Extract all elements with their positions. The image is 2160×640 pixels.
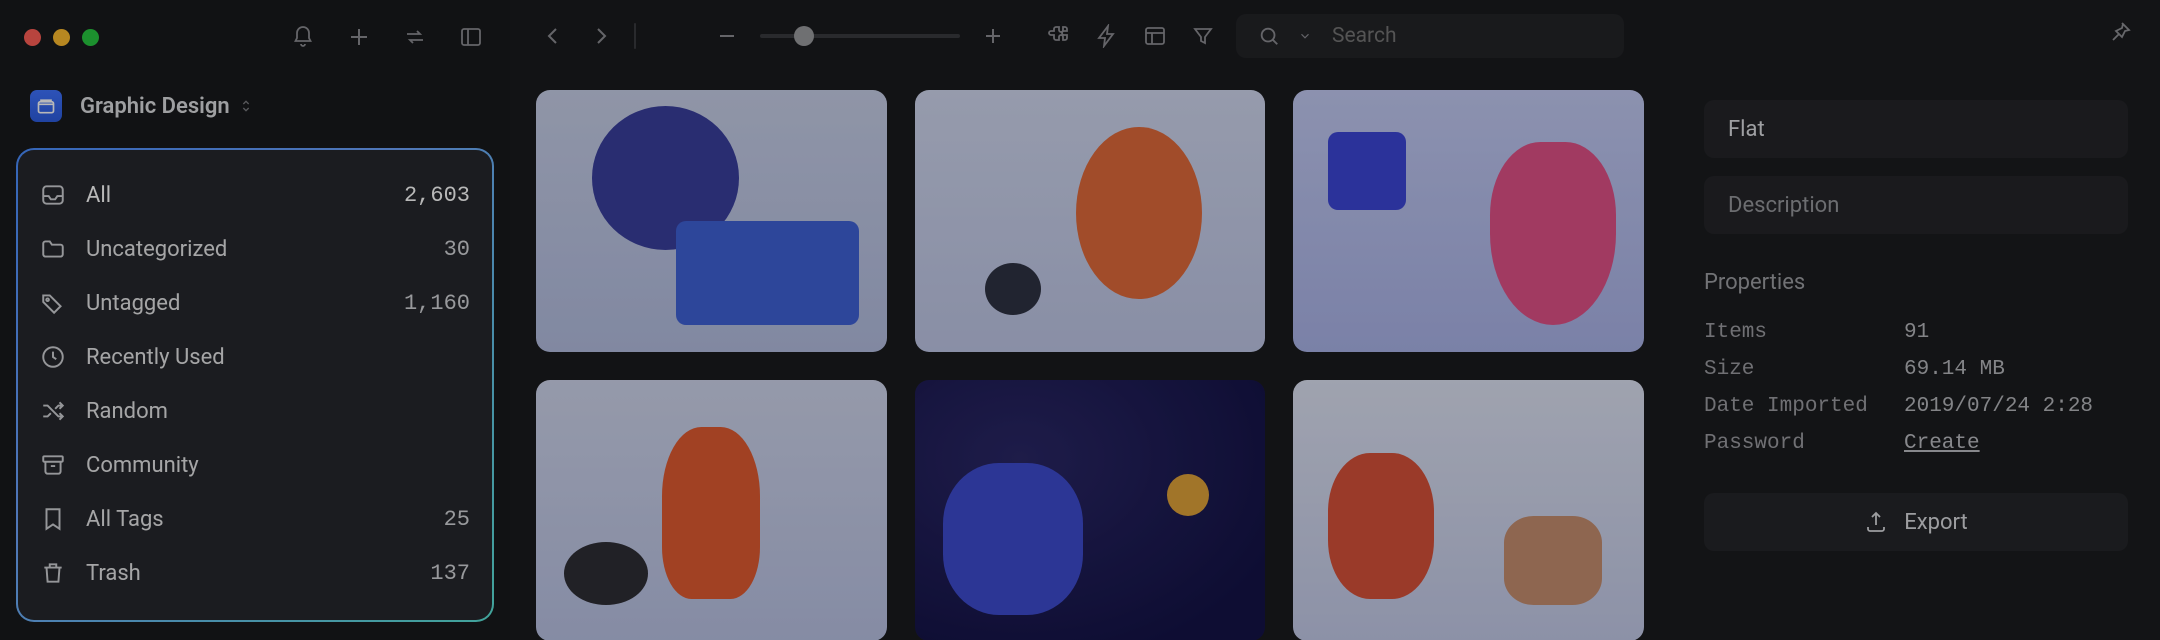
zoom-control — [712, 21, 1008, 51]
export-label: Export — [1904, 510, 1968, 535]
minimize-window-button[interactable] — [53, 29, 70, 46]
extensions-icon[interactable] — [1044, 21, 1074, 51]
smart-folder-label: All Tags — [86, 507, 424, 532]
nav-forward-button[interactable] — [586, 21, 616, 51]
create-password-link[interactable]: Create — [1904, 432, 2128, 455]
properties-table: Items 91 Size 69.14 MB Date Imported 201… — [1704, 321, 2128, 455]
smart-folder-random[interactable]: Random — [40, 384, 470, 438]
bookmark-icon — [40, 506, 66, 532]
smart-folder-label: Random — [86, 399, 450, 424]
thumbnail-item[interactable] — [536, 380, 887, 640]
smart-folder-community[interactable]: Community — [40, 438, 470, 492]
window-titlebar — [0, 18, 510, 56]
archive-icon — [40, 452, 66, 478]
sidebar: Graphic Design All 2,603 Uncategorized 3… — [0, 0, 510, 640]
smart-folder-count: 30 — [444, 237, 470, 262]
search-input[interactable] — [1330, 23, 1602, 49]
smart-folder-label: All — [86, 183, 384, 208]
fullscreen-window-button[interactable] — [82, 29, 99, 46]
thumbnail-item[interactable] — [1293, 90, 1644, 352]
search-field[interactable] — [1236, 14, 1624, 58]
smart-folder-label: Community — [86, 453, 450, 478]
folder-icon — [40, 236, 66, 262]
swap-icon[interactable] — [400, 22, 430, 52]
prop-key-items: Items — [1704, 321, 1904, 344]
app-window: Graphic Design All 2,603 Uncategorized 3… — [0, 0, 2160, 640]
close-window-button[interactable] — [24, 29, 41, 46]
nav-back-button[interactable] — [538, 21, 568, 51]
smart-folder-count: 25 — [444, 507, 470, 532]
tag-icon — [40, 290, 66, 316]
smart-folder-count: 137 — [430, 561, 470, 586]
filter-icon[interactable] — [1188, 21, 1218, 51]
smart-folder-all-tags[interactable]: All Tags 25 — [40, 492, 470, 546]
toolbar — [510, 0, 1670, 72]
title-field[interactable]: Flat — [1704, 100, 2128, 158]
layout-icon[interactable] — [1140, 21, 1170, 51]
pin-icon[interactable] — [2108, 20, 2132, 48]
library-selector[interactable]: Graphic Design — [0, 56, 510, 142]
sidebar-toggle-icon[interactable] — [456, 22, 486, 52]
plus-icon[interactable] — [344, 22, 374, 52]
main-content — [510, 0, 1670, 640]
prop-val-items: 91 — [1904, 321, 2128, 344]
export-icon — [1864, 510, 1888, 534]
smart-folder-count: 2,603 — [404, 183, 470, 208]
smart-folder-label: Trash — [86, 561, 410, 586]
smart-folder-recent[interactable]: Recently Used — [40, 330, 470, 384]
smart-folder-label: Untagged — [86, 291, 384, 316]
zoom-slider-knob[interactable] — [794, 26, 814, 46]
prop-key-date: Date Imported — [1704, 395, 1904, 418]
properties-panel: Flat Description Properties Items 91 Siz… — [1670, 0, 2160, 640]
inbox-icon — [40, 182, 66, 208]
chevron-down-icon[interactable] — [1298, 29, 1312, 43]
smart-folder-trash[interactable]: Trash 137 — [40, 546, 470, 600]
smart-folder-list: All 2,603 Uncategorized 30 Untagged 1,16… — [16, 148, 494, 622]
chevron-up-down-icon — [238, 98, 254, 114]
thumbnail-grid — [510, 72, 1670, 640]
description-placeholder: Description — [1728, 193, 1839, 218]
smart-folder-uncategorized[interactable]: Uncategorized 30 — [40, 222, 470, 276]
toolbar-separator — [634, 23, 636, 49]
library-name: Graphic Design — [80, 94, 230, 119]
smart-folder-count: 1,160 — [404, 291, 470, 316]
zoom-slider[interactable] — [760, 34, 960, 38]
trash-icon — [40, 560, 66, 586]
search-icon — [1258, 25, 1280, 47]
smart-folder-label: Recently Used — [86, 345, 450, 370]
thumbnail-item[interactable] — [915, 380, 1266, 640]
properties-section-label: Properties — [1704, 270, 2128, 295]
window-controls — [24, 29, 99, 46]
smart-folder-all[interactable]: All 2,603 — [40, 168, 470, 222]
export-button[interactable]: Export — [1704, 493, 2128, 551]
smart-folder-label: Uncategorized — [86, 237, 424, 262]
prop-key-size: Size — [1704, 358, 1904, 381]
shuffle-icon — [40, 398, 66, 424]
thumbnail-item[interactable] — [1293, 380, 1644, 640]
bell-icon[interactable] — [288, 22, 318, 52]
bolt-icon[interactable] — [1092, 21, 1122, 51]
description-field[interactable]: Description — [1704, 176, 2128, 234]
zoom-in-button[interactable] — [978, 21, 1008, 51]
thumbnail-item[interactable] — [915, 90, 1266, 352]
smart-folder-untagged[interactable]: Untagged 1,160 — [40, 276, 470, 330]
zoom-out-button[interactable] — [712, 21, 742, 51]
title-value: Flat — [1728, 117, 1765, 142]
thumbnail-item[interactable] — [536, 90, 887, 352]
prop-val-date: 2019/07/24 2:28 — [1904, 395, 2128, 418]
clock-icon — [40, 344, 66, 370]
prop-val-size: 69.14 MB — [1904, 358, 2128, 381]
prop-key-password: Password — [1704, 432, 1904, 455]
library-icon — [30, 90, 62, 122]
